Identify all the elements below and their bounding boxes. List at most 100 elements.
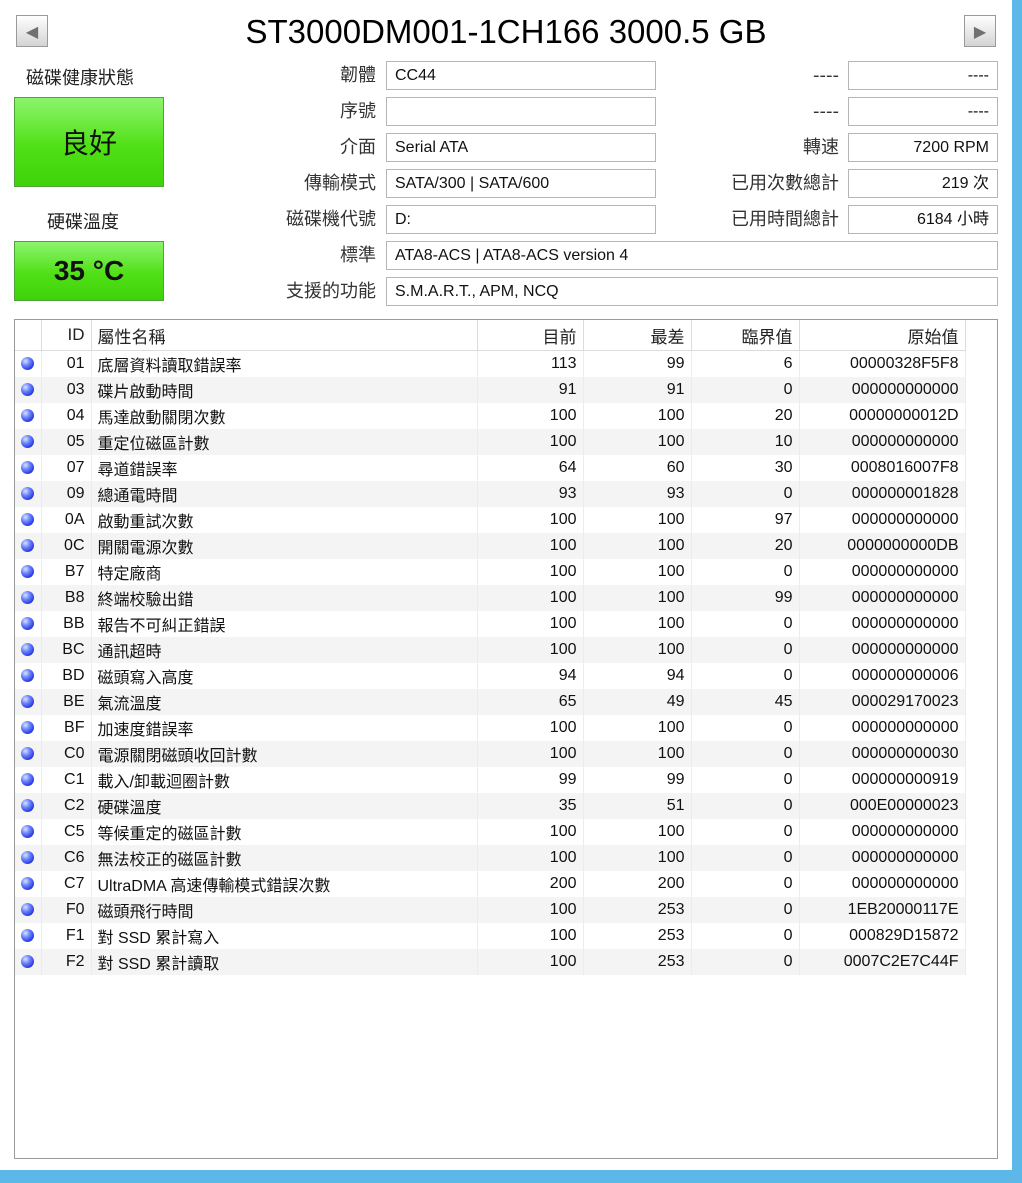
worst-value: 100: [583, 403, 692, 429]
threshold-value: 0: [691, 663, 800, 689]
table-row[interactable]: 01 底層資料讀取錯誤率 113 99 6 00000328F5F8: [15, 350, 966, 377]
blue-status-dot-icon: [21, 799, 34, 813]
table-row[interactable]: 07 尋道錯誤率 64 60 30 0008016007F8: [15, 455, 966, 481]
health-status-box[interactable]: 良好: [14, 97, 164, 187]
table-row[interactable]: C7 UltraDMA 高速傳輸模式錯誤次數 200 200 0 000000000000: [15, 871, 966, 897]
worst-value: 253: [583, 897, 692, 923]
status-cell: [15, 897, 42, 923]
table-row[interactable]: 04 馬達啟動關閉次數 100 100 20 00000000012D: [15, 403, 966, 429]
attribute-name: 磁頭飛行時間: [91, 897, 478, 923]
raw-value: 000000000000: [799, 559, 966, 585]
status-cell: [15, 455, 42, 481]
table-row[interactable]: BE 氣流溫度 65 49 45 000029170023: [15, 689, 966, 715]
smart-attributes-table[interactable]: ID 屬性名稱 目前 最差 臨界值 原始值 01 底層資料讀取錯誤率 113 99 6 0…: [14, 319, 998, 1159]
column-header-raw-value[interactable]: 原始值: [799, 320, 966, 351]
worst-value: 99: [583, 767, 692, 793]
attribute-name: 無法校正的磁區計數: [91, 845, 478, 871]
blue-status-dot-icon: [21, 487, 34, 501]
status-cell: [15, 403, 42, 429]
blue-status-dot-icon: [21, 721, 34, 735]
column-header-current[interactable]: 目前: [477, 320, 584, 351]
current-value: 64: [477, 455, 584, 481]
attribute-id: C1: [41, 767, 92, 793]
threshold-value: 10: [691, 429, 800, 455]
raw-value: 000000000000: [799, 611, 966, 637]
table-row[interactable]: 03 碟片啟動時間 91 91 0 000000000000: [15, 377, 966, 403]
attribute-id: C6: [41, 845, 92, 871]
power-on-hours-label: 已用時間總計: [731, 209, 839, 230]
table-row[interactable]: 05 重定位磁區計數 100 100 10 000000000000: [15, 429, 966, 455]
table-row[interactable]: BD 磁頭寫入高度 94 94 0 000000000006: [15, 663, 966, 689]
worst-value: 100: [583, 585, 692, 611]
column-header-threshold[interactable]: 臨界值: [691, 320, 800, 351]
worst-value: 100: [583, 715, 692, 741]
worst-value: 100: [583, 637, 692, 663]
attribute-name: 總通電時間: [91, 481, 478, 507]
blue-status-dot-icon: [21, 669, 34, 683]
table-row[interactable]: B8 終端校驗出錯 100 100 99 000000000000: [15, 585, 966, 611]
blank-label-1: ----: [813, 65, 839, 86]
attribute-name: 通訊超時: [91, 637, 478, 663]
attribute-name: 對 SSD 累計讀取: [91, 949, 478, 975]
table-row[interactable]: F0 磁頭飛行時間 100 253 0 1EB20000117E: [15, 897, 966, 923]
blue-status-dot-icon: [21, 357, 34, 371]
status-cell: [15, 715, 42, 741]
current-value: 100: [477, 897, 584, 923]
threshold-value: 0: [691, 377, 800, 403]
attribute-name: 特定廠商: [91, 559, 478, 585]
worst-value: 100: [583, 533, 692, 559]
serial-label: 序號: [340, 101, 376, 122]
worst-value: 100: [583, 559, 692, 585]
threshold-value: 0: [691, 871, 800, 897]
blue-status-dot-icon: [21, 903, 34, 917]
table-row[interactable]: C5 等候重定的磁區計數 100 100 0 000000000000: [15, 819, 966, 845]
standard-label: 標準: [340, 245, 376, 266]
temperature-box[interactable]: 35 °C: [14, 241, 164, 301]
table-row[interactable]: 0C 開關電源次數 100 100 20 0000000000DB: [15, 533, 966, 559]
status-cell: [15, 949, 42, 975]
current-value: 35: [477, 793, 584, 819]
raw-value: 000000000000: [799, 585, 966, 611]
status-cell: [15, 507, 42, 533]
status-cell: [15, 481, 42, 507]
table-row[interactable]: F1 對 SSD 累計寫入 100 253 0 000829D15872: [15, 923, 966, 949]
worst-value: 94: [583, 663, 692, 689]
attribute-id: B7: [41, 559, 92, 585]
next-disk-button[interactable]: ▶: [964, 15, 996, 47]
table-row[interactable]: BB 報告不可糾正錯誤 100 100 0 000000000000: [15, 611, 966, 637]
current-value: 94: [477, 663, 584, 689]
column-header-id[interactable]: ID: [41, 320, 92, 351]
blue-status-dot-icon: [21, 773, 34, 787]
table-row[interactable]: C2 硬碟溫度 35 51 0 000E00000023: [15, 793, 966, 819]
table-row[interactable]: B7 特定廠商 100 100 0 000000000000: [15, 559, 966, 585]
previous-disk-button[interactable]: ◀: [16, 15, 48, 47]
column-header-worst[interactable]: 最差: [583, 320, 692, 351]
raw-value: 000000000000: [799, 637, 966, 663]
column-header-attribute-name[interactable]: 屬性名稱: [91, 320, 478, 351]
raw-value: 1EB20000117E: [799, 897, 966, 923]
threshold-value: 97: [691, 507, 800, 533]
blue-status-dot-icon: [21, 747, 34, 761]
table-row[interactable]: C6 無法校正的磁區計數 100 100 0 000000000000: [15, 845, 966, 871]
interface-field: Serial ATA: [386, 133, 656, 162]
attribute-id: 0C: [41, 533, 92, 559]
table-row[interactable]: 09 總通電時間 93 93 0 000000001828: [15, 481, 966, 507]
column-header-status[interactable]: [15, 320, 42, 351]
blue-status-dot-icon: [21, 617, 34, 631]
attribute-id: C2: [41, 793, 92, 819]
table-row[interactable]: C1 載入/卸載迴圈計數 99 99 0 000000000919: [15, 767, 966, 793]
attribute-name: 加速度錯誤率: [91, 715, 478, 741]
table-row[interactable]: C0 電源關閉磁頭收回計數 100 100 0 000000000030: [15, 741, 966, 767]
threshold-value: 0: [691, 897, 800, 923]
table-row[interactable]: F2 對 SSD 累計讀取 100 253 0 0007C2E7C44F: [15, 949, 966, 975]
attribute-name: 碟片啟動時間: [91, 377, 478, 403]
threshold-value: 45: [691, 689, 800, 715]
table-row[interactable]: 0A 啟動重試次數 100 100 97 000000000000: [15, 507, 966, 533]
current-value: 100: [477, 403, 584, 429]
status-cell: [15, 533, 42, 559]
attribute-name: 載入/卸載迴圈計數: [91, 767, 478, 793]
table-row[interactable]: BF 加速度錯誤率 100 100 0 000000000000: [15, 715, 966, 741]
raw-value: 000000000000: [799, 871, 966, 897]
table-row[interactable]: BC 通訊超時 100 100 0 000000000000: [15, 637, 966, 663]
raw-value: 0007C2E7C44F: [799, 949, 966, 975]
